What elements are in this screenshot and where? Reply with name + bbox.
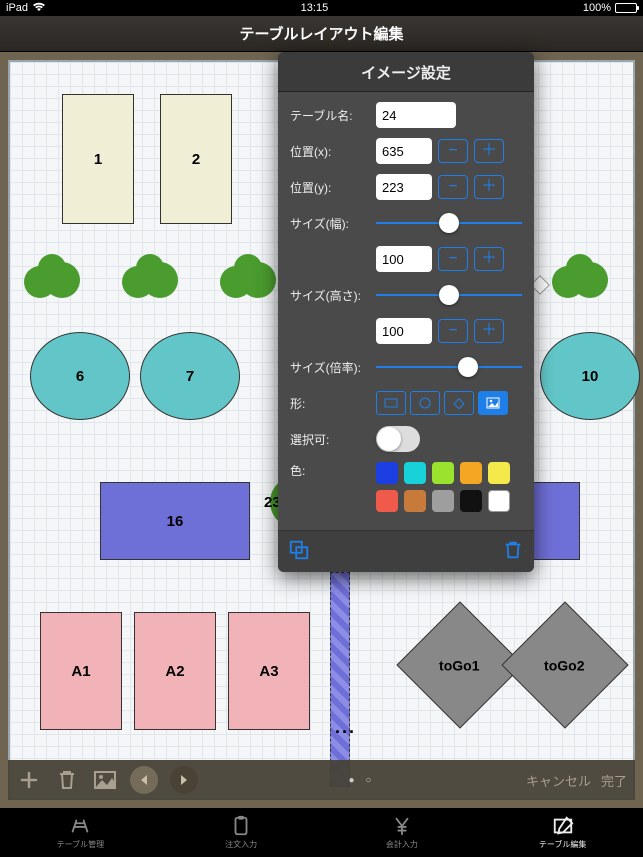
table-1[interactable]: 1 <box>62 94 134 224</box>
posx-minus-button[interactable]: − <box>438 139 468 163</box>
table-label: 7 <box>186 368 194 385</box>
tab-label: テーブル管理 <box>57 839 105 850</box>
label-color: 色: <box>290 462 376 479</box>
tab-order-input[interactable]: 注文入力 <box>161 808 322 857</box>
color-swatch[interactable] <box>460 462 482 484</box>
duplicate-icon[interactable] <box>288 539 310 564</box>
tab-label: 会計入力 <box>386 839 418 850</box>
bush-icon <box>218 252 278 306</box>
table-6[interactable]: 6 <box>30 332 130 420</box>
table-16[interactable]: 16 <box>100 482 250 560</box>
width-plus-button[interactable]: ＋ <box>474 247 504 271</box>
selectable-toggle[interactable] <box>376 426 420 452</box>
divider-strip[interactable] <box>330 572 350 787</box>
color-swatch[interactable] <box>488 490 510 512</box>
table-label: toGo2 <box>520 621 608 711</box>
label-name: テーブル名: <box>290 107 376 124</box>
table-label: 6 <box>76 368 84 385</box>
table-name-input[interactable] <box>376 102 456 128</box>
color-swatch[interactable] <box>404 462 426 484</box>
table-label: A1 <box>71 663 90 680</box>
bottom-toolbar: ● ○ キャンセル 完了 <box>8 760 635 800</box>
color-swatch[interactable] <box>432 490 454 512</box>
more-indicator: ... <box>335 717 356 738</box>
posy-input[interactable] <box>376 174 432 200</box>
posx-input[interactable] <box>376 138 432 164</box>
label-posy: 位置(y): <box>290 179 376 196</box>
scale-slider[interactable] <box>376 366 522 368</box>
table-label: A2 <box>165 663 184 680</box>
bush-icon <box>550 252 610 306</box>
table-10[interactable]: 10 <box>540 332 640 420</box>
table-label: 16 <box>167 513 184 530</box>
wifi-icon <box>32 2 46 15</box>
height-input[interactable] <box>376 318 432 344</box>
label-scale: サイズ(倍率): <box>290 359 376 376</box>
table-togo2[interactable]: toGo2 <box>501 601 628 728</box>
trash-icon[interactable] <box>502 539 524 564</box>
label-height: サイズ(高さ): <box>290 287 376 304</box>
tab-label: 注文入力 <box>225 839 257 850</box>
color-grid <box>376 462 522 512</box>
popover-title: イメージ設定 <box>278 52 534 92</box>
clock: 13:15 <box>46 2 583 14</box>
battery-percent: 100% <box>583 2 611 14</box>
color-swatch[interactable] <box>376 462 398 484</box>
width-minus-button[interactable]: − <box>438 247 468 271</box>
table-label: A3 <box>259 663 278 680</box>
shape-image-button[interactable] <box>478 391 508 415</box>
color-swatch[interactable] <box>376 490 398 512</box>
tab-label: テーブル編集 <box>539 839 587 850</box>
device-label: iPad <box>6 2 28 14</box>
label-shape: 形: <box>290 395 376 412</box>
prev-page-button[interactable] <box>130 766 158 794</box>
posx-plus-button[interactable]: ＋ <box>474 139 504 163</box>
color-swatch[interactable] <box>488 462 510 484</box>
bush-icon <box>120 252 180 306</box>
next-page-button[interactable] <box>170 766 198 794</box>
shape-rect-button[interactable] <box>376 391 406 415</box>
label-posx: 位置(x): <box>290 143 376 160</box>
page-dots: ● ○ <box>198 775 526 786</box>
table-a2[interactable]: A2 <box>134 612 216 730</box>
posy-minus-button[interactable]: − <box>438 175 468 199</box>
page-title: テーブルレイアウト編集 <box>239 23 403 44</box>
width-slider[interactable] <box>376 222 522 224</box>
table-label: toGo1 <box>415 621 503 711</box>
height-plus-button[interactable]: ＋ <box>474 319 504 343</box>
height-slider[interactable] <box>376 294 522 296</box>
table-label: 2 <box>192 151 200 168</box>
trash-button[interactable] <box>54 767 80 793</box>
status-bar: iPad 13:15 100% <box>0 0 643 16</box>
canvas-wrap: 1 2 6 7 10 16 17 23 A1 A2 A3 ... toGo1 t… <box>0 52 643 808</box>
table-a3[interactable]: A3 <box>228 612 310 730</box>
done-button[interactable]: 完了 <box>601 771 627 790</box>
navbar: テーブルレイアウト編集 <box>0 16 643 52</box>
table-label: 1 <box>94 151 102 168</box>
add-button[interactable] <box>16 767 42 793</box>
color-swatch[interactable] <box>460 490 482 512</box>
label-selectable: 選択可: <box>290 431 376 448</box>
color-swatch[interactable] <box>404 490 426 512</box>
table-2[interactable]: 2 <box>160 94 232 224</box>
shape-circle-button[interactable] <box>410 391 440 415</box>
bush-icon <box>22 252 82 306</box>
image-button[interactable] <box>92 767 118 793</box>
table-7[interactable]: 7 <box>140 332 240 420</box>
width-input[interactable] <box>376 246 432 272</box>
table-a1[interactable]: A1 <box>40 612 122 730</box>
tab-table-edit[interactable]: テーブル編集 <box>482 808 643 857</box>
label-width: サイズ(幅): <box>290 215 376 232</box>
battery-icon <box>615 3 637 13</box>
posy-plus-button[interactable]: ＋ <box>474 175 504 199</box>
shape-diamond-button[interactable] <box>444 391 474 415</box>
tab-bar: テーブル管理 注文入力 会計入力 テーブル編集 <box>0 808 643 857</box>
tab-payment-input[interactable]: 会計入力 <box>322 808 483 857</box>
image-settings-popover: イメージ設定 テーブル名: 位置(x): − ＋ 位置(y): − ＋ サイズ(… <box>278 52 534 572</box>
height-minus-button[interactable]: − <box>438 319 468 343</box>
color-swatch[interactable] <box>432 462 454 484</box>
cancel-button[interactable]: キャンセル <box>526 771 591 790</box>
table-label: 10 <box>582 368 599 385</box>
tab-table-manage[interactable]: テーブル管理 <box>0 808 161 857</box>
